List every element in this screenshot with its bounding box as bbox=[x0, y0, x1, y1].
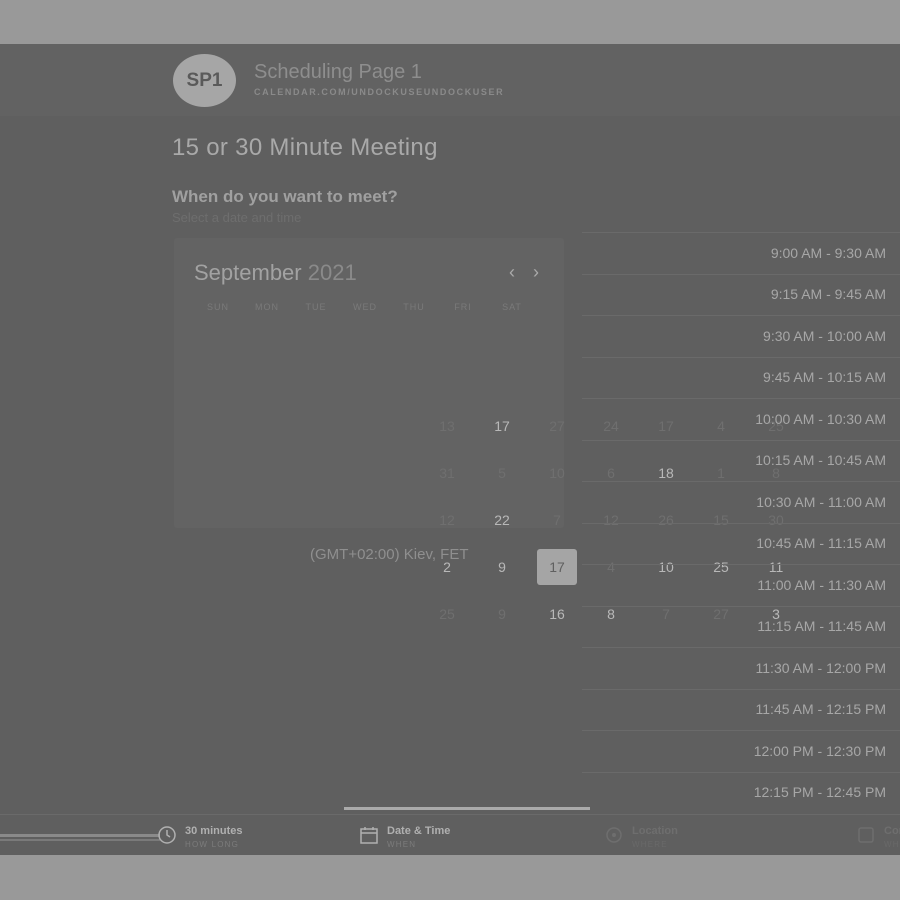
weekday-sat: SAT bbox=[502, 302, 522, 312]
step-sublabel: WHEN bbox=[387, 840, 417, 849]
progress-track bbox=[0, 834, 160, 837]
avatar: SP1 bbox=[173, 54, 236, 107]
time-slot[interactable]: 11:00 AM - 11:30 AM bbox=[582, 564, 900, 604]
calendar-day-selected[interactable]: 17 bbox=[537, 549, 577, 585]
step-sublabel: WHERE bbox=[632, 840, 668, 849]
location-pin-icon bbox=[606, 827, 622, 843]
calendar-day[interactable]: 9 bbox=[482, 549, 522, 585]
weekday-mon: MON bbox=[255, 302, 279, 312]
scheduling-app: SP1 Scheduling Page 1 CALENDAR.COM/UNDOC… bbox=[0, 44, 900, 855]
chevron-left-icon[interactable]: ‹ bbox=[504, 262, 520, 283]
when-subtitle: Select a date and time bbox=[172, 210, 302, 225]
calendar-day[interactable]: 16 bbox=[537, 596, 577, 632]
calendar-day[interactable]: 5 bbox=[482, 455, 522, 491]
calendar-day[interactable]: 17 bbox=[482, 408, 522, 444]
calendar-day[interactable]: 25 bbox=[427, 596, 467, 632]
calendar-day[interactable]: 9 bbox=[482, 596, 522, 632]
checkbox-icon bbox=[858, 827, 874, 843]
time-slot[interactable]: 10:00 AM - 10:30 AM bbox=[582, 398, 900, 438]
when-question: When do you want to meet? bbox=[172, 187, 398, 206]
step-label: Date & Time bbox=[387, 825, 451, 837]
calendar-day[interactable]: 2 bbox=[427, 549, 467, 585]
step-sublabel: WHO bbox=[884, 840, 900, 849]
meeting-title: 15 or 30 Minute Meeting bbox=[172, 134, 438, 161]
scheduling-page-name[interactable]: Scheduling Page 1 bbox=[254, 61, 422, 84]
calendar-day[interactable]: 22 bbox=[482, 502, 522, 538]
calendar-day[interactable]: 10 bbox=[537, 455, 577, 491]
calendar-icon bbox=[360, 827, 378, 844]
browser-bottom-band bbox=[0, 855, 900, 900]
weekday-thu: THU bbox=[403, 302, 425, 312]
weekday-wed: WED bbox=[353, 302, 377, 312]
calendar-month-label: September 2021 bbox=[194, 260, 357, 286]
time-slot[interactable]: 10:30 AM - 11:00 AM bbox=[582, 481, 900, 521]
month-name: September bbox=[194, 260, 302, 285]
browser-top-band bbox=[0, 0, 900, 44]
time-slot-list: 9:00 AM - 9:30 AM 9:15 AM - 9:45 AM 9:30 A… bbox=[582, 232, 900, 812]
chevron-right-icon[interactable]: › bbox=[528, 262, 544, 283]
clock-icon bbox=[158, 826, 176, 844]
scheduling-page-url[interactable]: CALENDAR.COM/UNDOCKUSEUNDOCKUSER bbox=[254, 87, 504, 97]
page-header: SP1 Scheduling Page 1 CALENDAR.COM/UNDOC… bbox=[0, 44, 900, 116]
step-label: Confirm bbox=[884, 825, 900, 837]
step-footer: 30 minutes HOW LONG Date & Time WHEN Loc… bbox=[0, 814, 900, 855]
time-slot[interactable]: 9:15 AM - 9:45 AM bbox=[582, 273, 900, 314]
time-slot[interactable]: 12:00 PM - 12:30 PM bbox=[582, 730, 900, 770]
step-label: Location bbox=[632, 825, 678, 837]
time-slot[interactable]: 11:30 AM - 12:00 PM bbox=[582, 647, 900, 687]
calendar-day[interactable]: 13 bbox=[427, 408, 467, 444]
time-slot[interactable]: 11:15 AM - 11:45 AM bbox=[582, 605, 900, 646]
time-slot[interactable]: 9:45 AM - 10:15 AM bbox=[582, 356, 900, 397]
weekday-tue: TUE bbox=[305, 302, 327, 312]
step-sublabel: HOW LONG bbox=[185, 840, 240, 849]
weekday-fri: FRI bbox=[454, 302, 472, 312]
calendar-day[interactable]: 31 bbox=[427, 455, 467, 491]
year-label: 2021 bbox=[307, 260, 357, 285]
calendar-day[interactable]: 12 bbox=[427, 502, 467, 538]
calendar-day[interactable]: 7 bbox=[537, 502, 577, 538]
active-step-indicator bbox=[344, 807, 590, 810]
time-slot[interactable]: 9:00 AM - 9:30 AM bbox=[582, 232, 900, 272]
time-slot[interactable]: 11:45 AM - 12:15 PM bbox=[582, 688, 900, 729]
step-label: 30 minutes bbox=[185, 825, 243, 837]
time-slot[interactable]: 10:45 AM - 11:15 AM bbox=[582, 522, 900, 563]
time-slot[interactable]: 9:30 AM - 10:00 AM bbox=[582, 315, 900, 355]
calendar-day[interactable]: 27 bbox=[537, 408, 577, 444]
time-slot[interactable]: 12:15 PM - 12:45 PM bbox=[582, 771, 900, 812]
weekday-sun: SUN bbox=[206, 302, 229, 312]
time-slot[interactable]: 10:15 AM - 10:45 AM bbox=[582, 439, 900, 480]
progress-track-shadow bbox=[0, 839, 160, 841]
